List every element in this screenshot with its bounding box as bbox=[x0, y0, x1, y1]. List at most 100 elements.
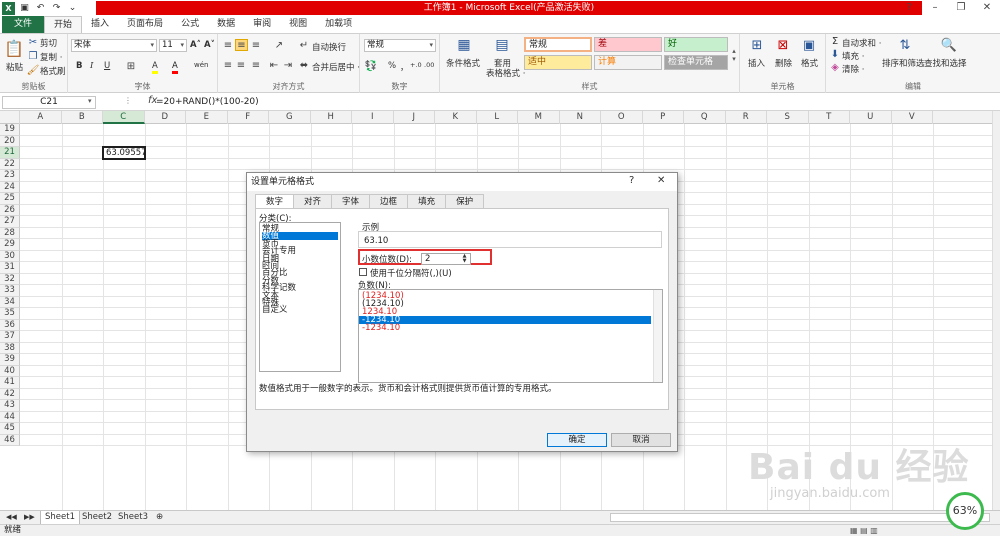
row-header[interactable]: 31 bbox=[0, 262, 20, 274]
tab-view[interactable]: 视图 bbox=[280, 16, 316, 33]
sort-filter-button[interactable]: 排序和筛选 bbox=[882, 57, 925, 69]
dialog-help-button[interactable]: ? bbox=[629, 175, 634, 186]
dialog-tab-border[interactable]: 边框 bbox=[369, 194, 409, 208]
row-header[interactable]: 37 bbox=[0, 331, 20, 343]
sheet-tab-1[interactable]: Sheet1 bbox=[40, 511, 80, 524]
row-header[interactable]: 36 bbox=[0, 319, 20, 331]
view-buttons[interactable]: ▦ ▤ ▥ bbox=[850, 525, 878, 536]
orientation-icon[interactable]: ↗ bbox=[272, 40, 286, 51]
underline-button[interactable]: U bbox=[104, 61, 110, 71]
find-select-icon[interactable]: 🔍 bbox=[940, 37, 958, 53]
help-button[interactable]: ? bbox=[896, 0, 922, 16]
style-neutral[interactable]: 适中 bbox=[524, 55, 592, 70]
row-header[interactable]: 22 bbox=[0, 158, 20, 170]
negative-numbers-list[interactable]: (1234.10) (1234.10) 1234.10 -1234.10 -1234.1… bbox=[358, 289, 663, 383]
row-header[interactable]: 19 bbox=[0, 124, 20, 136]
tab-insert[interactable]: 插入 bbox=[82, 16, 118, 33]
column-header[interactable]: K bbox=[435, 111, 477, 124]
column-header[interactable]: C bbox=[103, 111, 145, 124]
close-button[interactable]: ✕ bbox=[974, 0, 1000, 16]
column-header[interactable]: L bbox=[477, 111, 518, 124]
dialog-tab-protection[interactable]: 保护 bbox=[445, 194, 485, 208]
column-header[interactable]: N bbox=[560, 111, 601, 124]
style-check-cell[interactable]: 检查单元格 bbox=[664, 55, 728, 70]
negative-format-item[interactable]: -1234.10 bbox=[359, 316, 651, 324]
row-header[interactable]: 40 bbox=[0, 365, 20, 377]
align-left-icon[interactable]: ≡ bbox=[222, 60, 234, 71]
negative-format-item[interactable]: (1234.10) bbox=[362, 292, 651, 301]
insert-cells-button[interactable]: 插入 bbox=[748, 57, 765, 69]
negative-format-item[interactable]: (1234.10) bbox=[362, 300, 651, 309]
cancel-button[interactable]: 取消 bbox=[611, 433, 671, 447]
thousands-separator-checkbox[interactable] bbox=[359, 268, 367, 276]
cut-icon[interactable]: ✂ bbox=[28, 37, 38, 48]
border-icon[interactable]: ⊞ bbox=[124, 60, 138, 72]
currency-icon[interactable]: 💱 bbox=[364, 60, 378, 72]
undo-icon[interactable]: ↶ bbox=[34, 2, 47, 15]
align-bottom-icon[interactable]: ≡ bbox=[250, 40, 262, 51]
row-header[interactable]: 20 bbox=[0, 135, 20, 147]
dialog-tab-font[interactable]: 字体 bbox=[331, 194, 371, 208]
spinner-icon[interactable]: ▲ ▼ bbox=[460, 254, 469, 264]
row-header[interactable]: 44 bbox=[0, 411, 20, 423]
column-header[interactable]: R bbox=[726, 111, 767, 124]
format-painter-button[interactable]: 格式刷 bbox=[40, 65, 66, 77]
select-all-corner[interactable] bbox=[0, 111, 20, 124]
align-center-icon[interactable]: ≡ bbox=[235, 60, 247, 71]
conditional-format-button[interactable]: 条件格式 bbox=[446, 57, 480, 69]
bold-button[interactable]: B bbox=[76, 61, 82, 71]
horizontal-scrollbar[interactable] bbox=[610, 513, 990, 522]
dialog-tab-number[interactable]: 数字 bbox=[255, 194, 295, 209]
tab-home[interactable]: 开始 bbox=[44, 16, 83, 33]
sort-filter-icon[interactable]: ⇅ bbox=[896, 37, 914, 53]
autosum-button[interactable]: 自动求和 · bbox=[842, 37, 881, 49]
sheet-nav-first-icon[interactable]: ◀◀ bbox=[2, 511, 21, 524]
minimize-button[interactable]: – bbox=[922, 0, 948, 16]
row-header[interactable]: 45 bbox=[0, 423, 20, 435]
dialog-tab-alignment[interactable]: 对齐 bbox=[293, 194, 333, 208]
fill-color-button[interactable]: A bbox=[152, 61, 158, 74]
category-item[interactable]: 自定义 bbox=[262, 306, 338, 315]
active-cell[interactable]: 63.09557 bbox=[102, 146, 147, 160]
ok-button[interactable]: 确定 bbox=[547, 433, 607, 447]
delete-cells-icon[interactable]: ⊠ bbox=[774, 37, 792, 53]
column-header[interactable]: D bbox=[145, 111, 186, 124]
style-good[interactable]: 好 bbox=[664, 37, 728, 52]
tab-data[interactable]: 数据 bbox=[208, 16, 244, 33]
row-header[interactable]: 42 bbox=[0, 388, 20, 400]
format-cells-icon[interactable]: ▣ bbox=[800, 37, 818, 53]
clear-icon[interactable]: ◈ bbox=[830, 62, 840, 73]
new-sheet-icon[interactable]: ⊕ bbox=[152, 511, 167, 524]
tab-addins[interactable]: 加载项 bbox=[316, 16, 361, 33]
number-format-combo[interactable]: 常规 bbox=[364, 39, 436, 52]
formula-input[interactable]: =20+RAND()*(100-20) bbox=[156, 97, 259, 107]
decrease-indent-icon[interactable]: ⇤ bbox=[268, 60, 280, 71]
name-box[interactable]: C21 bbox=[2, 96, 96, 109]
row-header[interactable]: 34 bbox=[0, 296, 20, 308]
conditional-format-icon[interactable]: ▦ bbox=[454, 37, 474, 53]
font-color-button[interactable]: A bbox=[172, 61, 178, 74]
dialog-tab-fill[interactable]: 填充 bbox=[407, 194, 447, 208]
shrink-font-button[interactable]: A˅ bbox=[204, 40, 215, 50]
row-header[interactable]: 29 bbox=[0, 239, 20, 251]
row-header[interactable]: 25 bbox=[0, 193, 20, 205]
tab-review[interactable]: 审阅 bbox=[244, 16, 280, 33]
italic-button[interactable]: I bbox=[90, 61, 93, 71]
styles-scroll-icon[interactable]: ▴ ▾ bbox=[730, 37, 738, 73]
category-list[interactable]: 常规 数值 货币 会计专用 日期 时间 百分比 分数 科学记数 文本 特殊 自定义 bbox=[259, 222, 341, 372]
column-header[interactable]: P bbox=[643, 111, 684, 124]
grow-font-button[interactable]: A˄ bbox=[190, 40, 201, 50]
row-header[interactable]: 46 bbox=[0, 434, 20, 446]
row-header[interactable]: 41 bbox=[0, 377, 20, 389]
column-header[interactable]: I bbox=[352, 111, 394, 124]
cut-button[interactable]: 剪切 bbox=[40, 37, 57, 49]
phonetic-button[interactable]: wén bbox=[194, 61, 208, 69]
sheet-tab-2[interactable]: Sheet2 bbox=[78, 511, 116, 524]
vertical-scrollbar[interactable] bbox=[992, 111, 1000, 510]
redo-icon[interactable]: ↷ bbox=[50, 2, 63, 15]
column-header[interactable]: Q bbox=[684, 111, 726, 124]
column-header[interactable]: E bbox=[186, 111, 228, 124]
column-header[interactable]: V bbox=[892, 111, 933, 124]
negative-format-item[interactable]: -1234.10 bbox=[362, 324, 651, 333]
find-select-button[interactable]: 查找和选择 bbox=[924, 57, 967, 69]
